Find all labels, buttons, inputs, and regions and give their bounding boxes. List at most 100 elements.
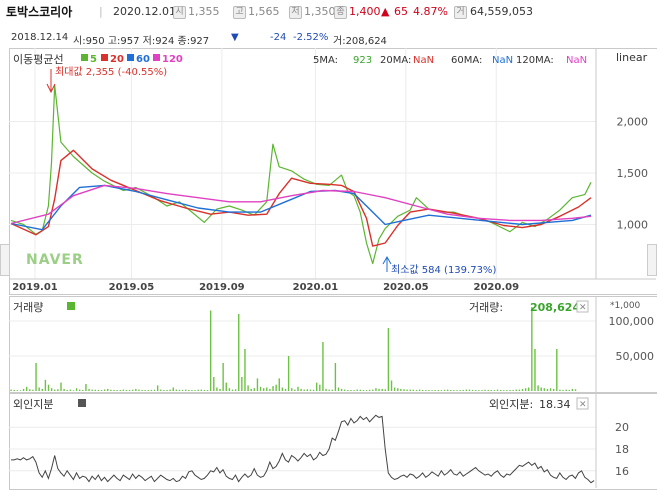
ma-readout-value: NaN: [492, 55, 513, 66]
volume-bar: [493, 390, 496, 391]
volume-bar: [397, 388, 399, 391]
volume-bar: [422, 389, 424, 391]
volume-bar: [347, 389, 349, 391]
volume-bar: [72, 390, 75, 391]
ma20-legend-swatch: [101, 54, 108, 61]
volume-bar: [256, 378, 259, 391]
price-tick-label: 1,000: [617, 219, 649, 232]
volume-bar: [294, 389, 296, 391]
volume-bar: [119, 390, 121, 391]
volume-bar: [384, 389, 386, 391]
ma-readout-label: 20MA:: [380, 55, 411, 66]
volume-bar: [468, 389, 471, 391]
ma-readout-label: 120MA:: [516, 55, 554, 66]
volume-bar: [428, 390, 430, 391]
volume-bar: [287, 356, 290, 391]
volume-bar: [319, 384, 321, 391]
foreign-readout-label: 외인지분:: [489, 398, 533, 411]
volume-bar: [185, 389, 187, 391]
ma-readouts: 5MA: 923 20MA: NaN 60MA: NaN 120MA: NaN: [313, 55, 587, 66]
volume-bar: [418, 389, 421, 391]
volume-bar: [537, 385, 539, 391]
volume-bar: [60, 382, 62, 391]
volume-bar: [122, 389, 125, 391]
volume-bar: [406, 389, 408, 391]
foreign-close-icon[interactable]: ✕: [579, 400, 587, 410]
stock-chart: 1,0001,5002,0002019.01 2019.05 2019.09 2020…: [9, 48, 656, 488]
volume-bar: [565, 389, 567, 391]
volume-bar: [372, 389, 374, 391]
volume-bar: [306, 389, 309, 391]
ma-panel-title: 이동평균선: [13, 53, 64, 66]
ma-readout-label: 60MA:: [451, 55, 482, 66]
volume-bar: [135, 388, 137, 391]
volume-bar: [262, 388, 265, 391]
volume-bar: [35, 363, 37, 391]
foreign-tick-label: 16: [615, 465, 629, 478]
volume-bar: [552, 388, 555, 391]
volume-bar: [266, 387, 268, 391]
volume-bar: [44, 379, 47, 391]
volume-bar: [206, 390, 209, 391]
volume-bar: [57, 389, 59, 391]
volume-bar: [22, 388, 25, 391]
volume-bar: [340, 388, 343, 391]
volume-bar: [453, 390, 455, 391]
foreign-tick-label: 20: [615, 421, 629, 434]
ma60-legend-label: 60: [136, 54, 150, 65]
ma120-legend-label: 120: [162, 54, 183, 65]
volume-bar: [459, 390, 461, 391]
volume-close-icon[interactable]: ✕: [579, 303, 587, 313]
volume-bar: [431, 390, 433, 391]
volume-bar: [225, 382, 227, 391]
volume-bar: [75, 388, 78, 391]
volume-bar: [490, 390, 493, 391]
date-tick-label: 2019.05: [109, 282, 155, 293]
volume-bar: [13, 389, 15, 391]
volume-bar: [506, 390, 508, 391]
volume-bar: [434, 389, 436, 391]
volume-bar: [128, 389, 131, 391]
volume-bar: [91, 389, 93, 391]
volume-bar: [381, 388, 383, 391]
volume-bar: [518, 389, 521, 391]
volume-unit: *1,000: [610, 301, 641, 311]
volume-bar: [390, 380, 393, 391]
ma120-line: [10, 184, 592, 225]
volume-bar: [362, 389, 365, 391]
date-tick-label: 2020.09: [473, 282, 519, 293]
volume-tick-label: 100,000: [609, 315, 655, 328]
volume-bar: [103, 389, 106, 391]
volume-bar: [219, 388, 221, 391]
volume-bar: [465, 389, 468, 391]
ma5-line: [10, 84, 592, 265]
volume-bar: [253, 388, 256, 391]
volume-bar: [437, 390, 440, 391]
volume-bar: [291, 388, 293, 391]
volume-bar: [132, 389, 134, 391]
naver-watermark: NAVER: [26, 252, 84, 268]
volume-bar: [107, 388, 109, 391]
volume-bar: [328, 389, 330, 391]
price-tick-label: 1,500: [617, 167, 649, 180]
scale-mode-label[interactable]: linear: [616, 51, 648, 64]
volume-bar: [156, 385, 159, 391]
date-tick-label: 2019.09: [199, 282, 245, 293]
volume-bar: [512, 389, 514, 391]
volume-bar: [297, 386, 299, 391]
volume-bar: [241, 377, 243, 391]
volume-bar: [272, 386, 274, 391]
volume-bar: [97, 389, 100, 391]
volume-bar: [284, 388, 287, 391]
date-tick-label: 2019.01: [12, 282, 58, 293]
volume-bar: [66, 389, 68, 391]
volume-bar: [216, 387, 218, 391]
volume-bar: [234, 389, 237, 391]
volume-bar: [259, 386, 262, 391]
volume-bar: [487, 389, 489, 391]
volume-bars: [10, 307, 577, 391]
volume-bar: [540, 387, 542, 391]
volume-bar: [549, 388, 552, 391]
volume-bar: [79, 389, 81, 391]
volume-bar: [365, 390, 368, 391]
